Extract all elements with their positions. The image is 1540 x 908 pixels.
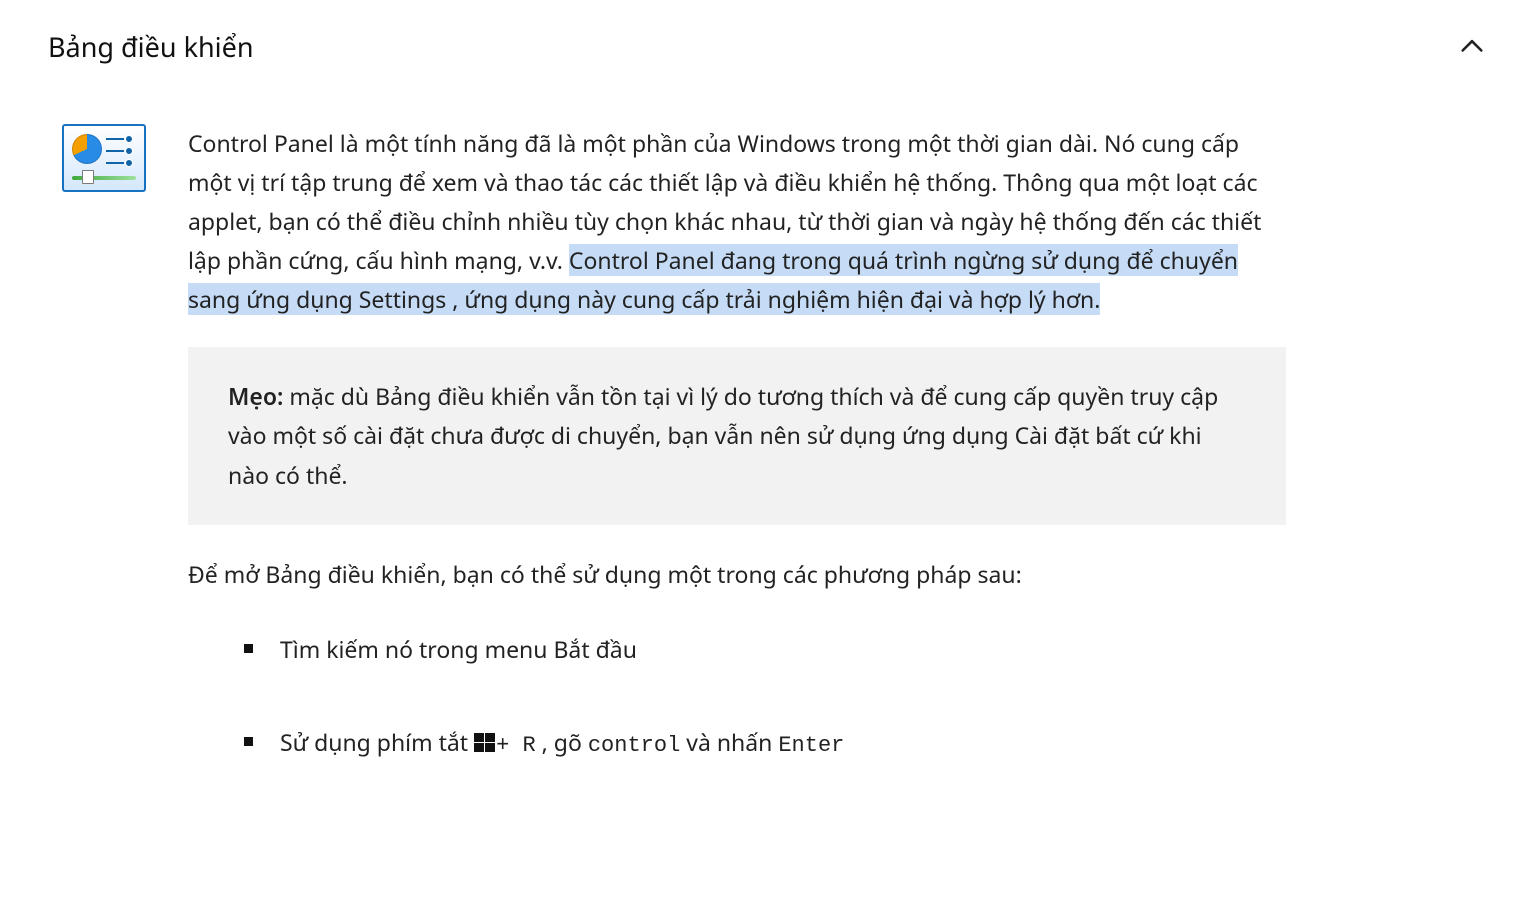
method1-text: Tìm kiếm nó trong menu Bắt đầu [280,633,637,665]
tip-text: mặc dù Bảng điều khiển vẫn tồn tại vì lý… [228,380,1218,490]
list-item: Sử dụng phím tắt + R , gõ control và nhấ… [244,723,1286,764]
command-control: control [588,733,680,758]
tip-label: Mẹo: [228,380,283,412]
windows-key-icon [474,725,496,745]
intro-paragraph: Control Panel là một tính năng đã là một… [188,124,1286,319]
shortcut-key-r: + R [496,733,536,758]
method2-text-c: , gõ [536,726,588,758]
list-item: Tìm kiếm nó trong menu Bắt đầu [244,630,1286,669]
open-intro: Để mở Bảng điều khiển, bạn có thể sử dụn… [188,555,1286,594]
open-methods-list: Tìm kiếm nó trong menu Bắt đầu Sử dụng p… [188,630,1286,764]
section-body: Control Panel là một tính năng đã là một… [48,124,1486,818]
section-title: Bảng điều khiển [48,24,254,70]
key-enter: Enter [778,733,844,758]
method2-text-d: và nhấn [680,726,778,758]
section-header[interactable]: Bảng điều khiển [48,24,1486,70]
chevron-up-icon[interactable] [1458,33,1486,61]
tip-box: Mẹo: mặc dù Bảng điều khiển vẫn tồn tại … [188,347,1286,524]
control-panel-icon [62,124,146,192]
method2-text-a: Sử dụng phím tắt [280,726,474,758]
